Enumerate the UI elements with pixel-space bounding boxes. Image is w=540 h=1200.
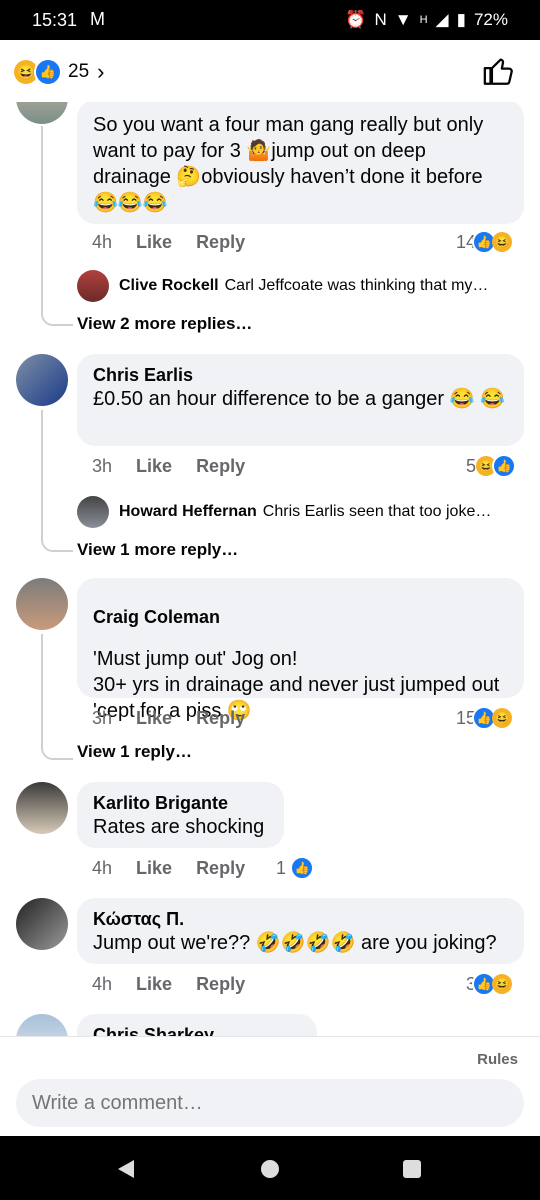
comment-actions: 3h Like Reply: [92, 456, 245, 477]
system-nav-bar: [0, 1136, 540, 1200]
status-time: 15:31: [32, 10, 78, 30]
battery-percent: 72%: [473, 10, 508, 29]
comment-author[interactable]: Chris Sharkey: [93, 1024, 301, 1036]
comment-reactions[interactable]: 3 👍 😆: [466, 972, 513, 996]
reactions-summary[interactable]: 😆 👍 25 ›: [14, 58, 104, 86]
nfc-icon: N: [374, 10, 387, 29]
reaction-count: 25: [68, 61, 90, 82]
signal-icon: ◢: [435, 10, 449, 29]
reactions-header: 😆 👍 25 ›: [0, 40, 540, 102]
comment-bubble[interactable]: Chris Sharkey: [77, 1014, 317, 1036]
comment-text: Jump out we're?? 🤣🤣🤣🤣 are you joking?: [93, 932, 497, 954]
avatar[interactable]: [16, 102, 68, 124]
like-button[interactable]: Like: [136, 858, 172, 879]
thumbs-up-icon[interactable]: [482, 54, 516, 88]
reply-author: Howard Heffernan: [119, 503, 257, 520]
like-button[interactable]: Like: [136, 456, 172, 477]
reply-text: Chris Earlis seen that too joke…: [262, 503, 492, 520]
status-icons: ⏰ N ▼ H ◢ ▮ 72%: [345, 10, 508, 30]
like-button[interactable]: Like: [136, 708, 172, 729]
like-reaction-icon: 👍: [290, 856, 315, 880]
comment-bubble[interactable]: Craig Coleman 'Must jump out' Jog on! 30…: [77, 578, 524, 722]
like-reaction-icon: 👍: [492, 454, 517, 478]
comment-text: So you want a four man gang really but o…: [93, 114, 484, 214]
alarm-icon: ⏰: [345, 10, 367, 29]
recents-square-icon[interactable]: [402, 1159, 422, 1179]
avatar[interactable]: [16, 898, 68, 950]
avatar: [77, 496, 109, 528]
comment-time: 4h: [92, 232, 113, 252]
thread-line: [41, 634, 73, 760]
like-button[interactable]: Like: [136, 974, 172, 995]
comment-actions: 3h Like Reply: [92, 708, 245, 729]
haha-reaction-icon: 😆: [492, 708, 513, 728]
avatar[interactable]: [16, 354, 68, 406]
comment-text: £0.50 an hour difference to be a ganger …: [93, 388, 505, 410]
reply-button[interactable]: Reply: [196, 456, 245, 477]
wifi-icon: ▼: [394, 10, 412, 29]
reaction-count: 1: [276, 857, 287, 878]
avatar[interactable]: [16, 782, 68, 834]
gmail-icon: M: [90, 9, 105, 29]
reply-author: Clive Rockell: [119, 277, 219, 294]
comment-time: 4h: [92, 974, 113, 994]
comment-reactions[interactable]: 1 👍: [276, 856, 315, 880]
reply-button[interactable]: Reply: [196, 708, 245, 729]
thread-line: [41, 126, 73, 326]
comment-time: 4h: [92, 858, 113, 878]
comment-actions: 4h Like Reply: [92, 974, 245, 995]
avatar: [77, 270, 109, 302]
like-button[interactable]: Like: [136, 232, 172, 253]
comment-input[interactable]: [16, 1079, 524, 1127]
comment-bubble[interactable]: Chris Earlis £0.50 an hour difference to…: [77, 354, 524, 446]
comment-reactions[interactable]: 14 👍 😆: [456, 230, 513, 254]
network-type: H: [419, 14, 428, 26]
comment-actions: 4h Like Reply: [92, 232, 245, 253]
back-triangle-icon[interactable]: [116, 1158, 136, 1180]
comment-author[interactable]: Κώστας Π.: [93, 908, 508, 930]
haha-reaction-icon: 😆: [492, 974, 513, 994]
haha-reaction-icon: 😆: [492, 232, 513, 252]
rules-link[interactable]: Rules: [477, 1051, 518, 1068]
reply-button[interactable]: Reply: [196, 232, 245, 253]
comment-author[interactable]: Craig Coleman: [93, 606, 508, 628]
thread-line: [41, 410, 73, 552]
reply-text: Carl Jeffcoate was thinking that my…: [224, 277, 489, 294]
view-more-replies[interactable]: View 1 reply…: [77, 742, 192, 762]
avatar[interactable]: [16, 578, 68, 630]
comment-composer: Rules: [0, 1036, 540, 1137]
comment-author[interactable]: Chris Earlis: [93, 364, 508, 386]
reply-preview[interactable]: Howard Heffernan Chris Earlis seen that …: [77, 496, 491, 528]
comment-time: 3h: [92, 708, 113, 728]
comment-actions: 4h Like Reply: [92, 858, 245, 879]
view-more-replies[interactable]: View 1 more reply…: [77, 540, 238, 560]
reply-button[interactable]: Reply: [196, 974, 245, 995]
comment-reactions[interactable]: 15 👍 😆: [456, 706, 513, 730]
home-circle-icon[interactable]: [260, 1159, 280, 1179]
comment-bubble[interactable]: Κώστας Π. Jump out we're?? 🤣🤣🤣🤣 are you …: [77, 898, 524, 964]
comment-bubble[interactable]: So you want a four man gang really but o…: [77, 102, 524, 224]
reaction-count: 5: [466, 455, 477, 476]
avatar[interactable]: [16, 1014, 68, 1036]
battery-icon: ▮: [456, 10, 466, 29]
reply-preview[interactable]: Clive Rockell Carl Jeffcoate was thinkin…: [77, 270, 488, 302]
chevron-right-icon: ›: [97, 59, 105, 84]
reply-button[interactable]: Reply: [196, 858, 245, 879]
comments-feed[interactable]: So you want a four man gang really but o…: [0, 102, 540, 1036]
view-more-replies[interactable]: View 2 more replies…: [77, 314, 252, 334]
comment-text: Rates are shocking: [93, 816, 265, 838]
comment-reactions[interactable]: 5 😆 👍: [466, 454, 517, 478]
comment-bubble[interactable]: Karlito Brigante Rates are shocking: [77, 782, 284, 848]
comment-author[interactable]: Karlito Brigante: [93, 792, 268, 814]
like-reaction-icon: 👍: [34, 58, 62, 86]
comment-time: 3h: [92, 456, 113, 476]
status-bar: 15:31 M ⏰ N ▼ H ◢ ▮ 72%: [0, 0, 540, 40]
